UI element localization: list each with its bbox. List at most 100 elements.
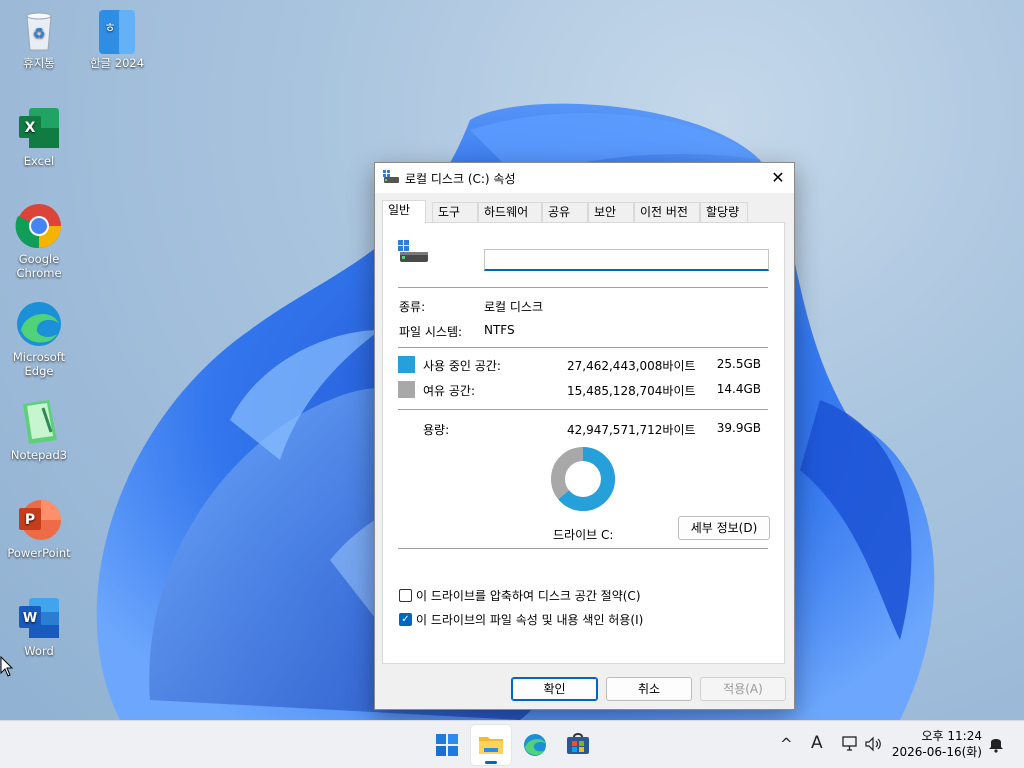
capacity-bytes: 42,947,571,712바이트 — [567, 423, 696, 437]
drive-large-icon — [398, 240, 428, 262]
free-space-swatch — [398, 381, 415, 398]
tab-label: 보안 — [594, 205, 617, 219]
notification-bell-icon[interactable] — [988, 735, 1004, 753]
compress-drive-checkbox[interactable] — [399, 589, 412, 602]
index-drive-label[interactable]: 이 드라이브의 파일 속성 및 내용 색인 허용(I) — [416, 611, 643, 628]
tray-overflow-chevron-icon[interactable]: ^ — [780, 735, 793, 753]
mouse-cursor-icon — [0, 656, 14, 677]
desktop-icon-notepad3[interactable]: Notepad3 — [4, 398, 74, 462]
type-label: 종류: — [399, 300, 426, 314]
used-space-bytes: 27,462,443,008바이트 — [567, 359, 696, 373]
recycle-bin-icon: ♻ — [15, 6, 63, 54]
free-space-bytes: 15,485,128,704바이트 — [567, 384, 696, 398]
svg-text:W: W — [23, 611, 37, 626]
index-drive-checkbox[interactable]: ✓ — [399, 613, 412, 626]
tab-label: 공유 — [548, 205, 571, 219]
tab-label: 할당량 — [706, 205, 740, 219]
desktop-icon-label: Notepad3 — [10, 448, 68, 462]
drive-name-input[interactable] — [484, 249, 769, 271]
desktop-icon-label: Word — [24, 644, 54, 658]
excel-icon: X — [15, 104, 63, 152]
drive-properties-dialog: 로컬 디스크 (C:) 속성 ✕ 일반 도구 하드웨어 공유 보안 이전 버전 … — [374, 162, 795, 710]
used-space-label: 사용 중인 공간: — [423, 359, 501, 373]
tab-security[interactable]: 보안 — [588, 202, 634, 222]
desktop-icon-excel[interactable]: X Excel — [4, 104, 74, 168]
tab-sharing[interactable]: 공유 — [542, 202, 588, 222]
tab-general[interactable]: 일반 — [382, 200, 426, 223]
general-tab-panel: 종류: 로컬 디스크 파일 시스템: NTFS 사용 중인 공간: 27,462… — [382, 222, 785, 664]
tab-hardware[interactable]: 하드웨어 — [478, 202, 542, 222]
desktop-icon-label: Google Chrome — [16, 252, 62, 280]
disk-usage-donut — [551, 447, 615, 511]
desktop-icon-powerpoint[interactable]: P PowerPoint — [4, 496, 74, 560]
desktop-icon-label: 휴지통 — [23, 56, 55, 70]
taskbar: ^ A 오후 11:24 2026-06-16(화) — [0, 720, 1024, 768]
filesystem-label: 파일 시스템: — [399, 325, 463, 339]
powerpoint-icon: P — [15, 496, 63, 544]
store-taskbar-button[interactable] — [558, 725, 598, 765]
apply-button-label: 적용(A) — [723, 682, 763, 696]
clock-time: 오후 11:24 — [921, 729, 982, 743]
desktop-icon-label: Microsoft Edge — [12, 350, 66, 378]
tab-tools[interactable]: 도구 — [432, 202, 478, 222]
windows-start-icon — [436, 734, 458, 756]
ime-indicator[interactable]: A — [811, 733, 823, 753]
details-button-label: 세부 정보(D) — [690, 521, 758, 535]
tab-label: 하드웨어 — [484, 205, 529, 219]
word-icon: W — [15, 594, 63, 642]
tab-label: 도구 — [438, 205, 461, 219]
tab-quota[interactable]: 할당량 — [700, 202, 748, 222]
separator — [398, 347, 768, 348]
details-button[interactable]: 세부 정보(D) — [678, 516, 770, 540]
cancel-button[interactable]: 취소 — [606, 677, 692, 701]
desktop-icon-recycle-bin[interactable]: ♻ 휴지통 — [4, 6, 74, 70]
filesystem-value: NTFS — [484, 323, 515, 337]
drive-letter-label: 드라이브 C: — [553, 528, 614, 542]
ok-button-label: 확인 — [543, 682, 566, 696]
used-space-size: 25.5GB — [716, 357, 761, 371]
ok-button[interactable]: 확인 — [511, 677, 598, 701]
active-indicator — [485, 761, 497, 764]
desktop-icon-edge[interactable]: Microsoft Edge — [4, 300, 74, 378]
start-button[interactable] — [427, 725, 467, 765]
drive-icon — [383, 170, 399, 183]
edge-icon — [15, 300, 63, 348]
hangul-app-icon: ㅎ — [93, 6, 141, 54]
capacity-size: 39.9GB — [716, 421, 761, 435]
dialog-titlebar[interactable]: 로컬 디스크 (C:) 속성 ✕ — [375, 163, 794, 193]
chrome-icon — [15, 202, 63, 250]
apply-button[interactable]: 적용(A) — [700, 677, 786, 701]
edge-icon — [524, 734, 546, 756]
free-space-label: 여유 공간: — [423, 384, 476, 398]
notepad3-icon — [15, 398, 63, 446]
edge-taskbar-button[interactable] — [515, 725, 555, 765]
tab-label: 이전 버전 — [640, 205, 688, 219]
system-clock[interactable]: 오후 11:24 2026-06-16(화) — [892, 728, 982, 760]
desktop-icon-hangul[interactable]: ㅎ 한글 2024 — [82, 6, 152, 70]
checkmark-icon: ✓ — [401, 614, 410, 625]
file-explorer-icon — [479, 737, 503, 754]
compress-drive-label[interactable]: 이 드라이브를 압축하여 디스크 공간 절약(C) — [416, 587, 641, 604]
volume-icon[interactable] — [864, 736, 884, 752]
svg-text:X: X — [25, 120, 36, 136]
type-value: 로컬 디스크 — [484, 300, 544, 314]
clock-date: 2026-06-16(화) — [891, 745, 982, 759]
dialog-title: 로컬 디스크 (C:) 속성 — [405, 172, 516, 186]
capacity-label: 용량: — [423, 423, 450, 437]
network-icon[interactable] — [841, 736, 859, 752]
cancel-button-label: 취소 — [637, 682, 661, 696]
desktop-icon-word[interactable]: W Word — [4, 594, 74, 658]
svg-text:ㅎ: ㅎ — [104, 21, 116, 36]
separator — [398, 409, 768, 410]
file-explorer-taskbar-button[interactable] — [471, 725, 511, 765]
desktop-icon-chrome[interactable]: Google Chrome — [4, 202, 74, 280]
tab-previous-versions[interactable]: 이전 버전 — [634, 202, 700, 222]
close-button[interactable]: ✕ — [762, 163, 794, 193]
svg-text:♻: ♻ — [33, 26, 46, 42]
microsoft-store-icon — [567, 733, 589, 754]
close-icon: ✕ — [771, 168, 785, 187]
desktop-icon-label: Excel — [23, 154, 55, 168]
free-space-size: 14.4GB — [716, 382, 761, 396]
desktop-icon-label: PowerPoint — [7, 546, 71, 560]
tab-label: 일반 — [388, 203, 411, 217]
